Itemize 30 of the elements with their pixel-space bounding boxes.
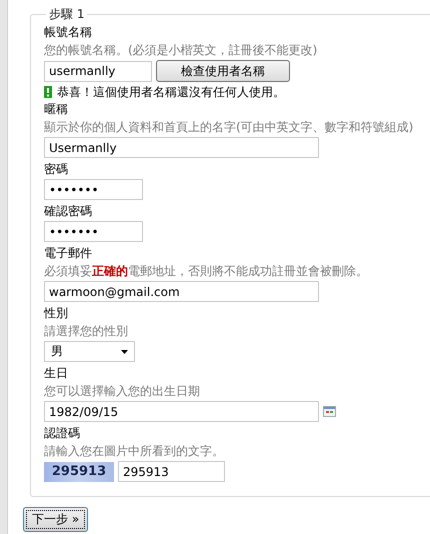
field-hint: 您可以選擇輸入您的出生日期 bbox=[44, 383, 201, 400]
field-label: 暱稱 bbox=[44, 101, 69, 118]
field-label: 電子郵件 bbox=[44, 245, 93, 262]
input-field[interactable]: 1982/09/15 bbox=[44, 401, 319, 422]
input-field[interactable]: Usermanlly bbox=[44, 137, 319, 158]
field-hint: 必須填妥正確的電郵地址，否則將不能成功註冊並會被刪除。 bbox=[44, 263, 369, 280]
select-field[interactable]: 男 bbox=[44, 341, 135, 362]
success-message: 恭喜！這個使用者名稱還沒有任何人使用。 bbox=[57, 84, 285, 100]
field-label: 密碼 bbox=[44, 161, 69, 178]
field-hint: 請選擇您的性別 bbox=[44, 323, 129, 340]
field-hint: 顯示於你的個人資料和首頁上的名字(可由中英文字、數字和符號組成) bbox=[44, 119, 414, 136]
captcha-image: 295913 bbox=[44, 462, 114, 482]
check-username-button[interactable]: 檢查使用者名稱 bbox=[156, 60, 290, 82]
field-label: 帳號名稱 bbox=[44, 24, 93, 41]
input-field[interactable]: 295913 bbox=[118, 461, 225, 482]
calendar-icon[interactable] bbox=[323, 406, 336, 417]
field-label: 認證碼 bbox=[44, 425, 81, 442]
step-legend: 步驟 1 bbox=[46, 6, 88, 23]
field-label: 生日 bbox=[44, 365, 69, 382]
input-field[interactable]: ••••••• bbox=[44, 221, 143, 242]
field-hint: 您的帳號名稱。(必須是小楷英文，註冊後不能更改) bbox=[44, 42, 318, 59]
field-label: 確認密碼 bbox=[44, 203, 93, 220]
exclamation-icon bbox=[44, 86, 52, 98]
field-hint: 請輸入您在圖片中所看到的文字。 bbox=[44, 443, 225, 460]
caret-icon bbox=[121, 350, 128, 354]
input-field[interactable]: warmoon@gmail.com bbox=[44, 281, 319, 302]
input-field[interactable]: ••••••• bbox=[44, 179, 143, 200]
field-label: 性別 bbox=[44, 305, 69, 322]
next-button[interactable]: 下一步 » bbox=[23, 507, 88, 532]
input-field[interactable]: usermanlly bbox=[44, 60, 152, 82]
